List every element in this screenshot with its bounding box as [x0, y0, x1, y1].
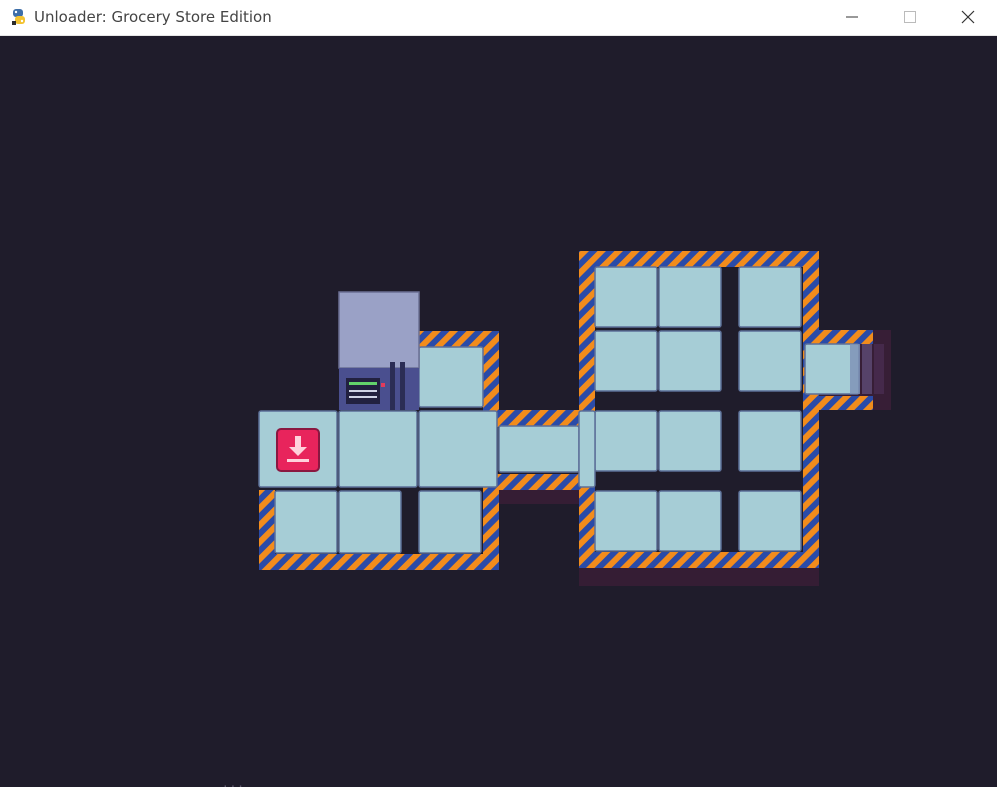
- terminal-indicator-light: [381, 383, 385, 387]
- floor-tile: [594, 266, 658, 328]
- window-title: Unloader: Grocery Store Edition: [34, 8, 272, 26]
- floor-tile: [594, 490, 658, 552]
- minimize-icon: [846, 16, 858, 18]
- close-button[interactable]: [939, 0, 997, 34]
- floor-tile: [338, 410, 418, 488]
- terminal-screen-line: [349, 382, 377, 385]
- hazard-stripe-border: [803, 396, 873, 410]
- floor-tile: [594, 330, 658, 392]
- terminal-pipe: [390, 362, 395, 410]
- floor-tile: [738, 410, 802, 472]
- drop-arrow-base: [287, 459, 309, 462]
- exit-door-fade: [850, 344, 860, 394]
- window-titlebar: Unloader: Grocery Store Edition: [0, 0, 997, 36]
- floor-tile: [658, 490, 722, 552]
- floor-tile: [658, 266, 722, 328]
- level-map: [258, 251, 891, 586]
- terminal-screen-line: [349, 390, 377, 392]
- exit-door-fade: [874, 344, 884, 394]
- exit-door-fade: [862, 344, 872, 394]
- bottom-status-text: ...: [222, 777, 245, 787]
- terminal-machine-icon: [338, 291, 420, 369]
- terminal-pipe: [400, 362, 405, 410]
- floor-tile: [418, 490, 482, 554]
- maximize-button[interactable]: [881, 0, 939, 34]
- game-viewport[interactable]: [0, 36, 997, 787]
- terminal-screen-line: [349, 396, 377, 398]
- floor-tile: [578, 410, 596, 488]
- floor-tile: [658, 410, 722, 472]
- close-icon: [961, 10, 975, 24]
- floor-tile: [738, 490, 802, 552]
- floor-tile: [738, 330, 802, 392]
- floor-tile: [594, 410, 658, 472]
- floor-shadow: [499, 488, 579, 504]
- python-snake-icon: [9, 7, 29, 27]
- hazard-stripe-border: [579, 251, 595, 422]
- floor-tile: [658, 330, 722, 392]
- hazard-stripe-border: [259, 490, 275, 570]
- hazard-stripe-border: [579, 552, 819, 568]
- floor-tile: [338, 490, 402, 554]
- minimize-button[interactable]: [823, 0, 881, 34]
- floor-tile: [738, 266, 802, 328]
- hazard-stripe-border: [259, 554, 499, 570]
- drop-arrow-shaft: [295, 436, 301, 448]
- floor-tile: [498, 425, 580, 473]
- hazard-stripe-border: [803, 330, 873, 344]
- floor-shadow: [579, 568, 819, 586]
- floor-tile: [418, 346, 484, 408]
- floor-tile: [418, 410, 498, 488]
- hazard-stripe-border: [579, 251, 819, 267]
- floor-tile: [274, 490, 338, 554]
- maximize-icon: [904, 11, 916, 23]
